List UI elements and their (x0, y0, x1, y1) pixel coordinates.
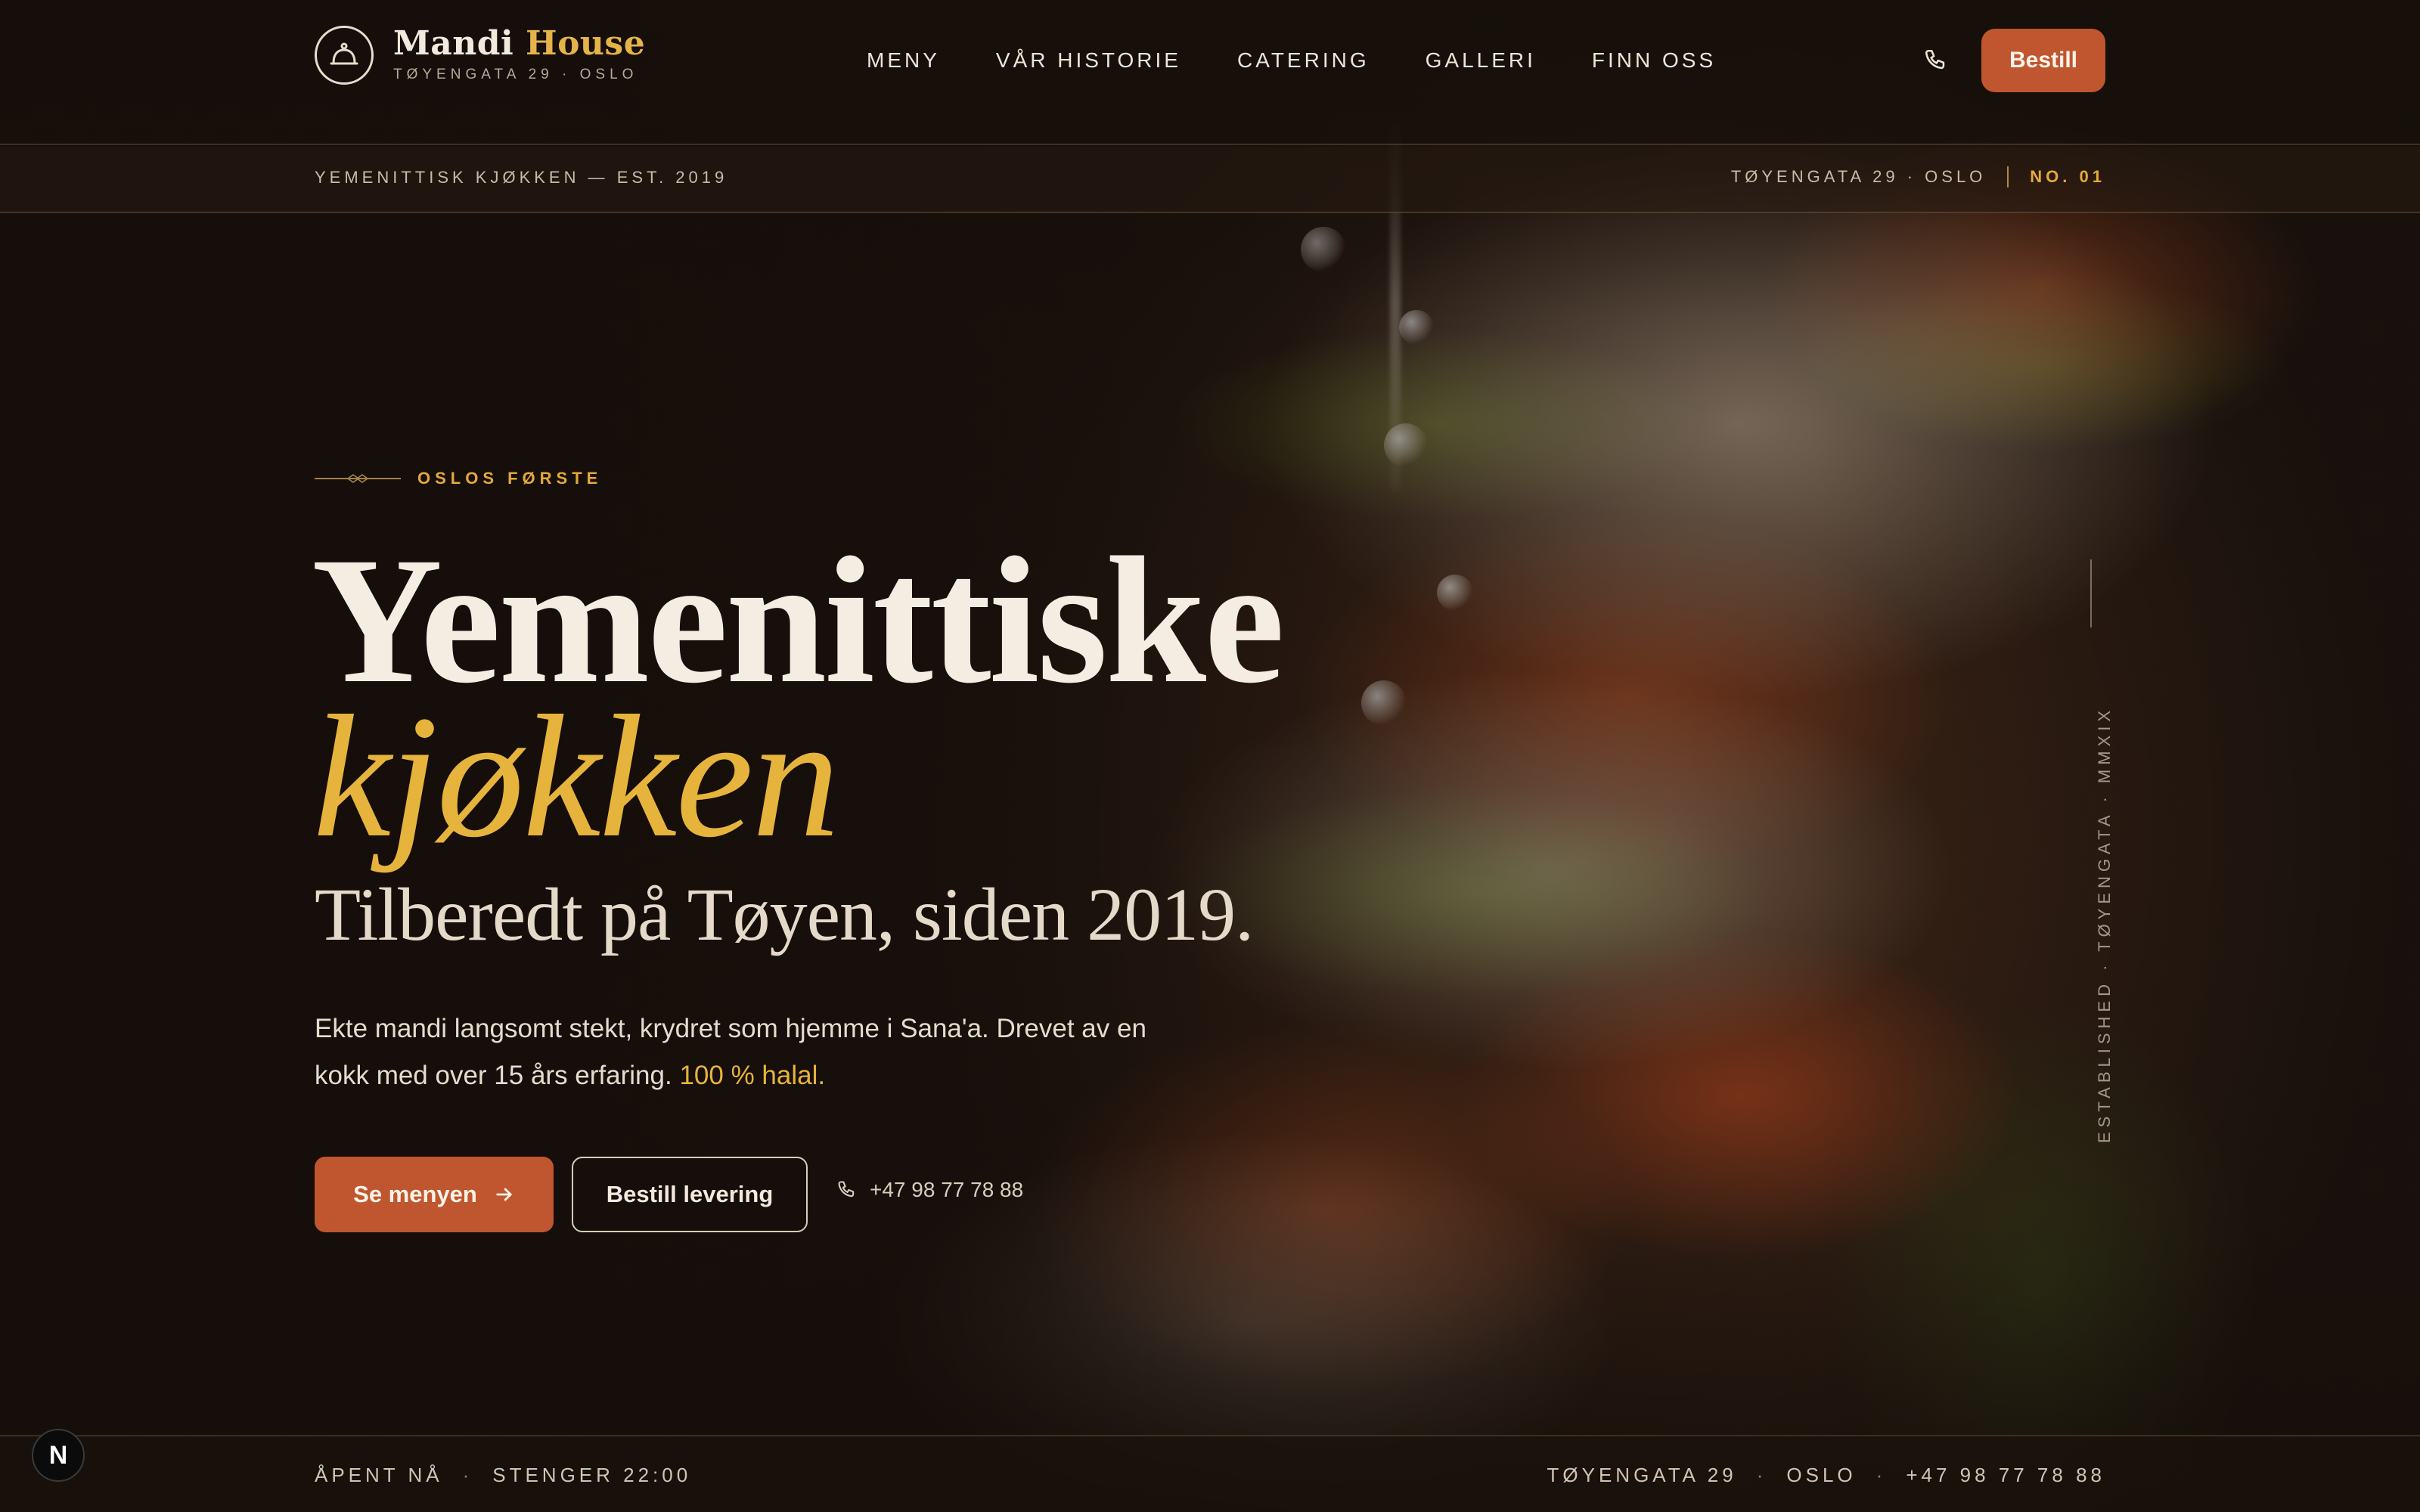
brand-name: Mandi House (393, 24, 646, 63)
phone-icon (836, 1179, 858, 1201)
address-label: TØYENGATA 29 · OSLO (1730, 167, 1987, 186)
footer-city: OSLO (1786, 1464, 1857, 1486)
hero-title-line2: kjøkken (313, 680, 839, 874)
status-bar: ÅPENT NÅ · STENGER 22:00 TØYENGATA 29 · … (0, 1435, 2420, 1512)
hero-description: Ekte mandi langsomt stekt, krydret som h… (315, 1005, 1177, 1099)
brand-logo[interactable]: Mandi House TØYENGATA 29 · OSLO (315, 26, 645, 85)
see-menu-label: Se menyen (353, 1181, 477, 1207)
separator-dot: · (1756, 1464, 1767, 1486)
separator-dot: · (462, 1464, 473, 1486)
order-delivery-button[interactable]: Bestill levering (572, 1157, 808, 1232)
hero-phone-number: +47 98 77 78 88 (870, 1178, 1024, 1201)
cloche-icon (315, 26, 374, 85)
dev-tools-badge[interactable]: N (32, 1429, 85, 1482)
eyebrow-text: OSLOS FØRSTE (417, 469, 603, 488)
footer-street: TØYENGATA 29 (1547, 1464, 1737, 1486)
vertical-established-label: ESTABLISHED · TØYENGATA · MMXIX (2095, 706, 2114, 1143)
info-bar-right: TØYENGATA 29 · OSLO NO. 01 (1731, 166, 2105, 187)
open-now-label: ÅPENT NÅ (315, 1464, 443, 1486)
nav-item-finn-oss[interactable]: FINN OSS (1592, 45, 1716, 76)
opening-status: ÅPENT NÅ · STENGER 22:00 (315, 1464, 691, 1487)
footer-phone[interactable]: +47 98 77 78 88 (1906, 1464, 2105, 1487)
nav-item-catering[interactable]: CATERING (1237, 45, 1370, 76)
halal-highlight: 100 % halal. (679, 1061, 826, 1090)
hero-phone-link[interactable]: +47 98 77 78 88 (836, 1178, 1023, 1202)
see-menu-button[interactable]: Se menyen (315, 1157, 554, 1232)
ornament-icon (315, 474, 401, 483)
nav-item-galleri[interactable]: GALLERI (1426, 45, 1536, 76)
hero-eyebrow: OSLOS FØRSTE (315, 469, 602, 488)
divider (2007, 166, 2009, 187)
vertical-divider (2090, 559, 2092, 627)
brand-address: TØYENGATA 29 · OSLO (393, 67, 638, 82)
footer-contact: TØYENGATA 29 · OSLO · +47 98 77 78 88 (1547, 1464, 2106, 1487)
separator-dot: · (1876, 1464, 1887, 1486)
issue-number: NO. 01 (2030, 167, 2105, 186)
arrow-right-icon (494, 1184, 515, 1205)
cuisine-established-label: YEMENITTISK KJØKKEN — EST. 2019 (315, 168, 728, 187)
closing-time-label: STENGER 22:00 (492, 1464, 692, 1486)
info-bar: YEMENITTISK KJØKKEN — EST. 2019 TØYENGAT… (0, 147, 2420, 213)
main-nav: MENY VÅR HISTORIE CATERING GALLERI FINN … (867, 45, 1772, 76)
phone-icon[interactable] (1919, 44, 1953, 77)
nav-item-meny[interactable]: MENY (867, 45, 940, 76)
order-button[interactable]: Bestill (1981, 29, 2105, 92)
hero-subtitle: Tilberedt på Tøyen, siden 2019. (315, 872, 1254, 956)
site-header: Mandi House TØYENGATA 29 · OSLO MENY VÅR… (0, 0, 2420, 145)
nav-item-var-historie[interactable]: VÅR HISTORIE (996, 45, 1181, 76)
